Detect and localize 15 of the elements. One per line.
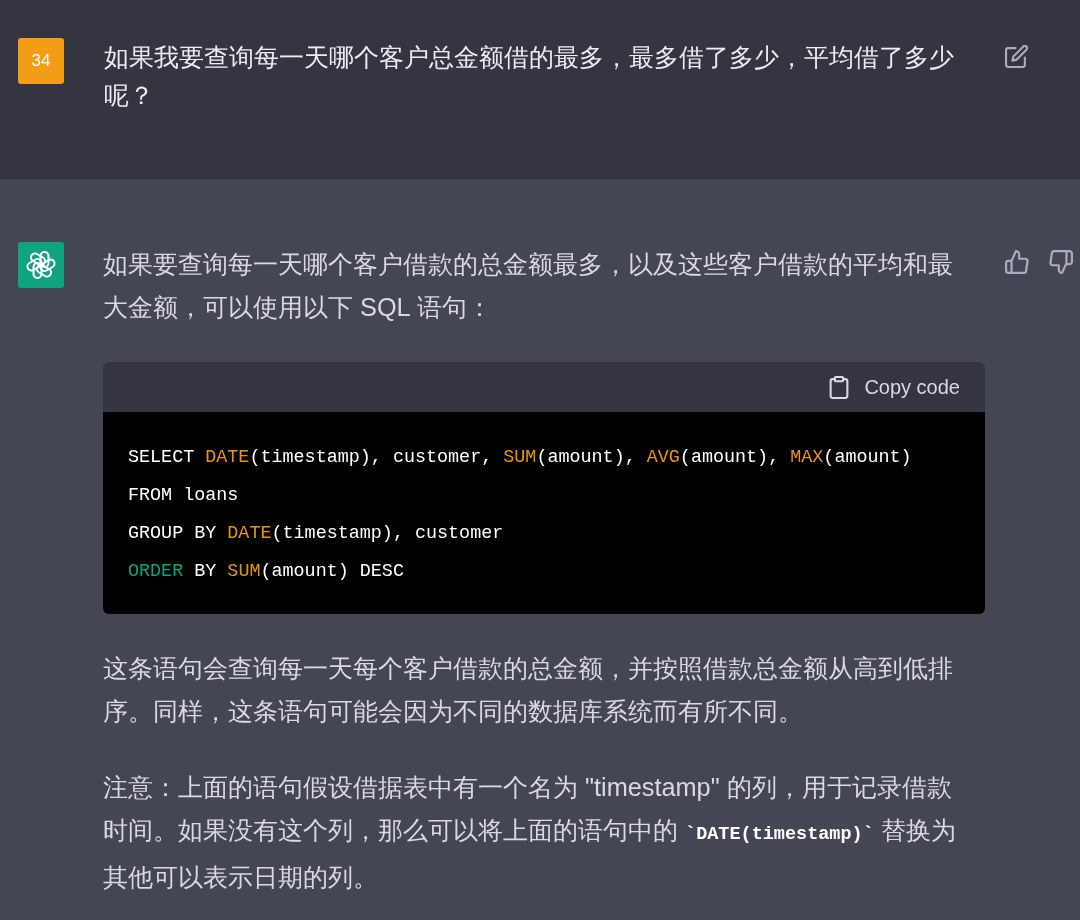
user-avatar: 34 xyxy=(18,38,64,84)
code-line: FROM loans xyxy=(128,484,239,508)
code-line: ORDER BY SUM(amount) DESC xyxy=(128,560,404,584)
logo-avatar-icon xyxy=(18,242,64,288)
user-message-text: 如果我要查询每一天哪个客户总金额借的最多，最多借了多少，平均借了多少呢？ xyxy=(104,42,955,111)
thumbs-down-icon[interactable] xyxy=(1049,250,1073,274)
message-paragraph: 这条语句会查询每一天每个客户借款的总金额，并按照借款总金额从高到低排序。同样，这条语句可能会因为不同的数据库系统而有所不同。 xyxy=(103,653,954,727)
code-line: SELECT DATE(timestamp), customer, SUM(amount), AVG(amount), MAX(amount) xyxy=(128,446,912,470)
edit-icon[interactable] xyxy=(1005,45,1028,68)
message-paragraph: 如果要查询每一天哪个客户借款的总金额最多，以及这些客户借款的平均和最大金额，可以使用以下 SQL 语句： xyxy=(103,249,954,323)
clipboard-icon xyxy=(829,375,850,399)
code-line: GROUP BY DATE(timestamp), customer xyxy=(128,522,504,546)
copy-code-button[interactable]: Copy code xyxy=(829,372,960,402)
message-paragraph: 注意：上面的语句假设借据表中有一个名为 "timestamp" 的列，用于记录借款时间。如果没有这个列，那么可以将上面的语句中的 `DATE(timestamp)` 替换为其他可以表示日期的列。 xyxy=(103,772,957,893)
thumbs-up-icon[interactable] xyxy=(1005,250,1029,274)
